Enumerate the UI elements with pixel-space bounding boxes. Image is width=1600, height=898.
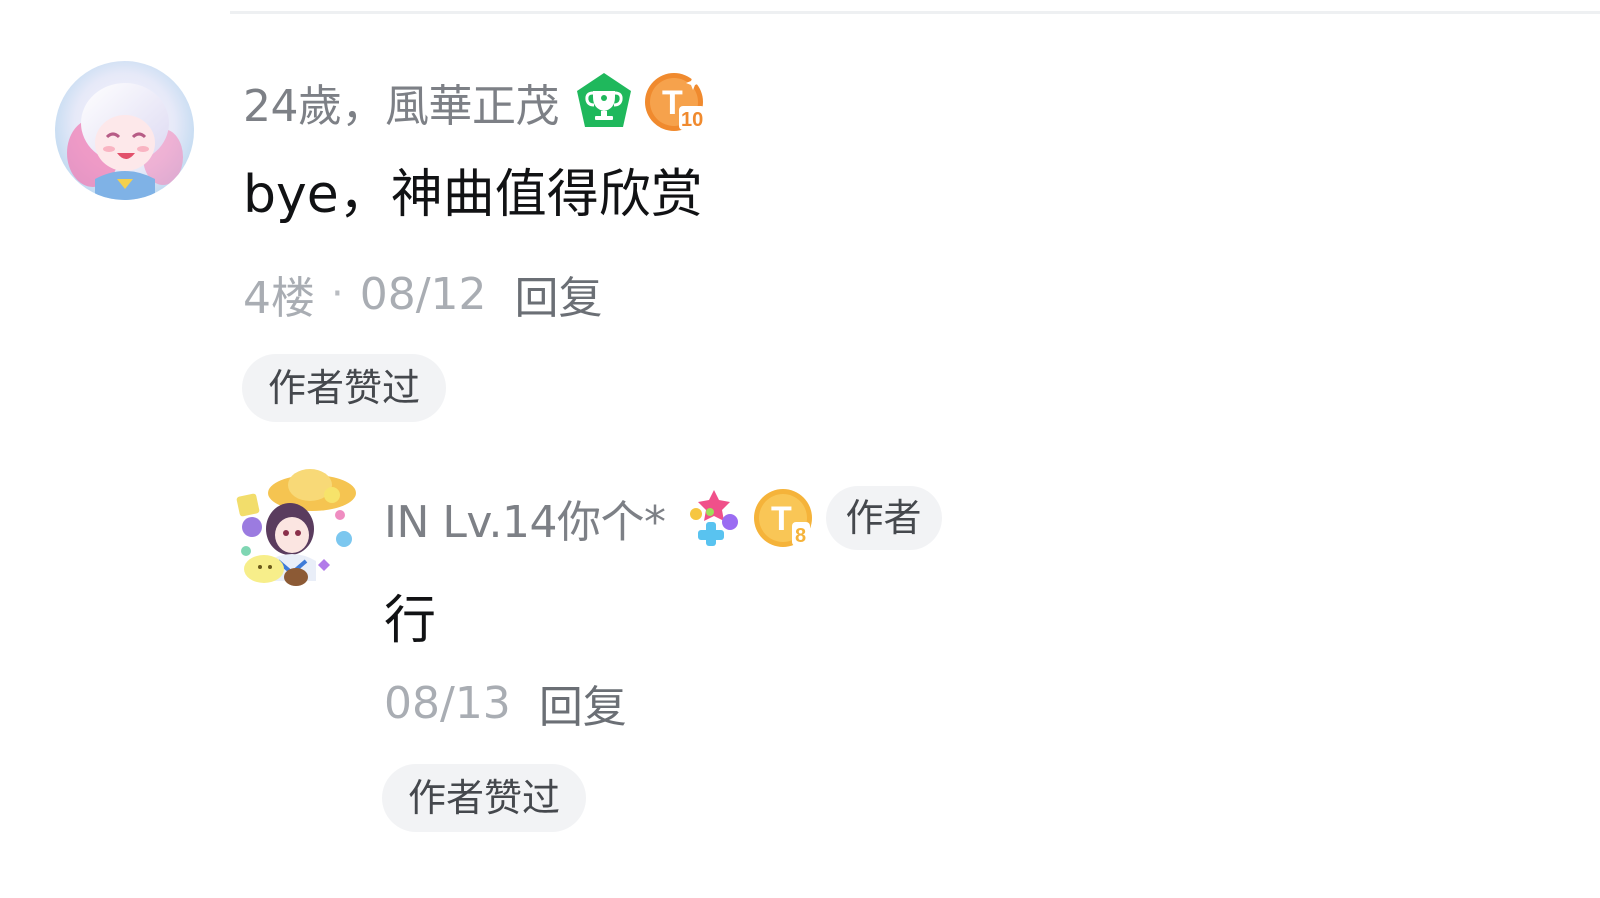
author-liked-badge: 作者赞过: [242, 354, 447, 422]
replier-header: IN Lv.14你个* T 8 作者: [384, 486, 942, 550]
replier-avatar[interactable]: [232, 465, 360, 593]
reply-date: 08/13: [384, 677, 511, 729]
trophy-badge-icon[interactable]: [573, 71, 635, 133]
star-decoration-icon[interactable]: [686, 488, 742, 548]
replier-username[interactable]: IN Lv.14你个*: [384, 486, 666, 550]
comment-date: 08/12: [359, 268, 487, 320]
reply-body: 行: [384, 591, 437, 651]
commenter-avatar[interactable]: [55, 61, 194, 200]
top10-fan-badge-icon[interactable]: T 10: [643, 70, 707, 134]
floor-number: 4楼: [243, 273, 315, 324]
reply-button[interactable]: 回复: [515, 262, 603, 326]
meta-separator: ·: [331, 271, 344, 317]
reply-meta: 08/13 回复: [384, 671, 627, 735]
top-badge-letter: T: [771, 500, 792, 538]
comment-body: bye，神曲值得欣赏: [243, 165, 703, 225]
top-divider: [230, 11, 1600, 14]
top8-fan-badge-icon[interactable]: T 8: [752, 486, 816, 550]
comment-meta: 4楼 · 08/12 回复: [243, 262, 603, 326]
top-badge-number: 8: [795, 525, 806, 547]
reply-to-reply-button[interactable]: 回复: [539, 671, 627, 735]
commenter-username[interactable]: 24歲，風華正茂: [243, 70, 560, 134]
author-tag: 作者: [825, 486, 942, 550]
top-badge-number: 10: [681, 109, 703, 131]
commenter-header: 24歲，風華正茂 T 10: [243, 70, 707, 134]
author-liked-badge: 作者赞过: [382, 764, 587, 832]
